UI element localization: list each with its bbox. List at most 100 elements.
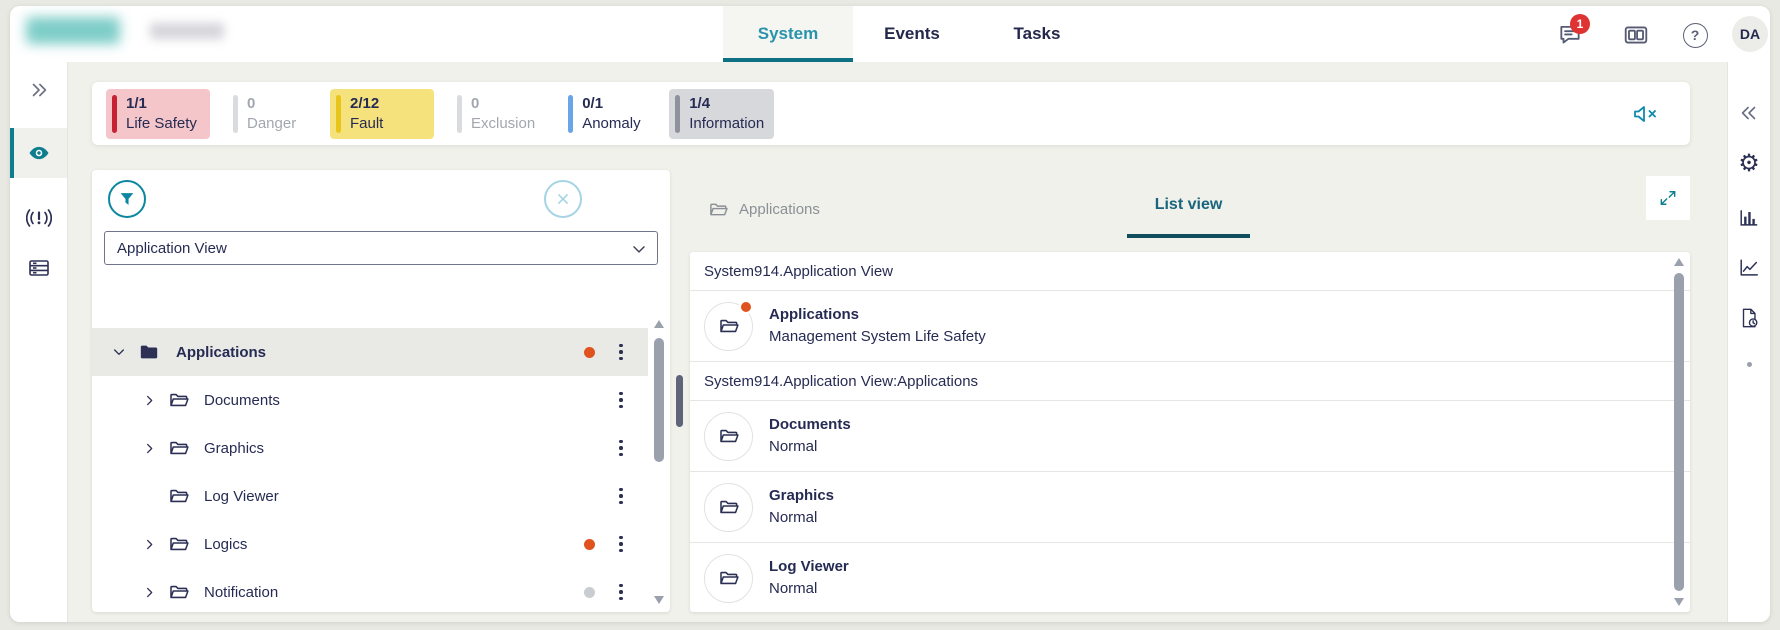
user-avatar[interactable]: DA: [1732, 16, 1768, 52]
list-scrollbar[interactable]: [1673, 258, 1685, 606]
breadcrumb-label: Applications: [739, 201, 820, 218]
help-button[interactable]: ?: [1681, 21, 1709, 49]
bar-chart-button[interactable]: [1728, 203, 1770, 233]
row-menu-button[interactable]: [612, 485, 630, 507]
server-rack-icon: [27, 257, 51, 279]
tab-system-label: System: [758, 24, 818, 44]
tree-row-label: Logics: [204, 536, 247, 553]
mute-sound-button[interactable]: [1632, 103, 1660, 125]
scrollbar-thumb[interactable]: [1674, 273, 1684, 591]
folder-open-icon: [168, 438, 190, 458]
filter-button[interactable]: [108, 180, 146, 218]
chevron-right-icon[interactable]: [140, 535, 158, 553]
category-color-bar: [233, 95, 238, 133]
folder-open-icon: [168, 390, 190, 410]
event-category-information[interactable]: 1/4 Information: [669, 89, 774, 139]
system-view-button[interactable]: [10, 128, 67, 178]
category-color-bar: [568, 95, 573, 133]
row-menu-button[interactable]: [612, 341, 630, 363]
event-category-exclusion[interactable]: 0 Exclusion: [451, 89, 545, 139]
event-category-anomaly[interactable]: 0/1 Anomaly: [562, 89, 652, 139]
category-color-bar: [675, 95, 680, 133]
tree-row-label: Notification: [204, 584, 278, 601]
list-item-graphics[interactable]: Graphics Normal: [690, 472, 1690, 543]
category-label: Fault: [350, 114, 383, 134]
item-subtitle: Management System Life Safety: [769, 326, 986, 349]
row-menu-button[interactable]: [612, 389, 630, 411]
row-menu-button[interactable]: [612, 581, 630, 603]
list-item-log-viewer[interactable]: Log Viewer Normal: [690, 543, 1690, 612]
product-name-blurred: [150, 23, 224, 39]
scrollbar-thumb[interactable]: [654, 338, 664, 462]
split-view-button[interactable]: [1622, 21, 1650, 49]
scroll-up-arrow[interactable]: [654, 320, 664, 328]
chevron-right-icon[interactable]: [140, 391, 158, 409]
clear-filter-button[interactable]: [544, 180, 582, 218]
category-count: 0: [471, 94, 535, 114]
group-header-label: System914.Application View:Applications: [704, 373, 978, 390]
close-icon: [553, 189, 573, 209]
split-view-icon: [1623, 22, 1649, 48]
list-item-applications[interactable]: Applications Management System Life Safe…: [690, 291, 1690, 362]
item-title: Log Viewer: [769, 556, 849, 579]
tab-events[interactable]: Events: [866, 6, 958, 62]
tab-list-view[interactable]: List view: [1127, 170, 1250, 240]
tree-row-applications[interactable]: Applications: [92, 328, 670, 376]
event-summary-bar: 1/1 Life Safety 0 Danger 2/12 Fault: [92, 82, 1690, 145]
chat-button[interactable]: 1: [1556, 21, 1584, 49]
panel-splitter-handle[interactable]: [676, 375, 683, 427]
tab-tasks[interactable]: Tasks: [996, 6, 1078, 62]
chevron-right-icon[interactable]: [140, 439, 158, 457]
tab-tasks-label: Tasks: [1014, 24, 1061, 44]
tree-row-graphics[interactable]: Graphics: [92, 424, 670, 472]
item-folder-avatar: [704, 302, 753, 351]
double-chevron-left-icon: [1738, 102, 1760, 124]
scheduled-report-button[interactable]: [1728, 303, 1770, 333]
folder-filled-icon: [138, 342, 160, 362]
tree-row-log-viewer[interactable]: Log Viewer: [92, 472, 670, 520]
view-selector-dropdown[interactable]: Application View: [104, 231, 658, 265]
filter-funnel-icon: [117, 189, 137, 209]
speaker-muted-icon: [1632, 103, 1660, 125]
category-color-bar: [336, 95, 341, 133]
group-header-label: System914.Application View: [704, 263, 893, 280]
row-menu-button[interactable]: [612, 437, 630, 459]
more-options-button[interactable]: [1728, 349, 1770, 379]
folder-open-icon: [168, 534, 190, 554]
event-category-life-safety[interactable]: 1/1 Life Safety: [106, 89, 210, 139]
brand-logo: [26, 17, 120, 44]
view-selector-value: Application View: [117, 240, 227, 257]
event-category-fault[interactable]: 2/12 Fault: [330, 89, 434, 139]
breadcrumb[interactable]: Applications: [708, 200, 820, 219]
expand-pane-button[interactable]: [1646, 176, 1690, 220]
settings-button[interactable]: ⚙: [1728, 149, 1770, 179]
chevron-down-icon[interactable]: [110, 343, 128, 361]
scroll-up-arrow[interactable]: [1674, 258, 1684, 266]
scroll-down-arrow[interactable]: [1674, 598, 1684, 606]
scroll-down-arrow[interactable]: [654, 596, 664, 604]
notification-badge: 1: [1570, 14, 1590, 34]
item-subtitle: Normal: [769, 578, 849, 601]
event-category-danger[interactable]: 0 Danger: [227, 89, 313, 139]
tree-row-label: Log Viewer: [204, 488, 279, 505]
tab-system[interactable]: System: [723, 6, 853, 62]
double-chevron-right-icon: [28, 79, 50, 101]
tree-scrollbar[interactable]: [653, 320, 665, 604]
more-dot-icon: [1747, 362, 1752, 367]
tree-row-documents[interactable]: Documents: [92, 376, 670, 424]
list-view-panel: System914.Application View Applications …: [690, 252, 1690, 612]
chevron-right-icon[interactable]: [140, 583, 158, 601]
trend-chart-button[interactable]: [1728, 253, 1770, 283]
tree-row-notification[interactable]: Notification: [92, 568, 670, 612]
category-label: Anomaly: [582, 114, 640, 134]
alarm-signal-button[interactable]: [10, 196, 67, 240]
list-item-documents[interactable]: Documents Normal: [690, 401, 1690, 472]
collapse-panel-button[interactable]: [1728, 98, 1770, 128]
row-menu-button[interactable]: [612, 533, 630, 555]
server-rack-button[interactable]: [10, 246, 67, 290]
tree-row-logics[interactable]: Logics: [92, 520, 670, 568]
alarm-signal-icon: [26, 207, 52, 229]
category-label: Exclusion: [471, 114, 535, 134]
expand-panel-button[interactable]: [10, 68, 67, 112]
category-count: 1/4: [689, 94, 764, 114]
